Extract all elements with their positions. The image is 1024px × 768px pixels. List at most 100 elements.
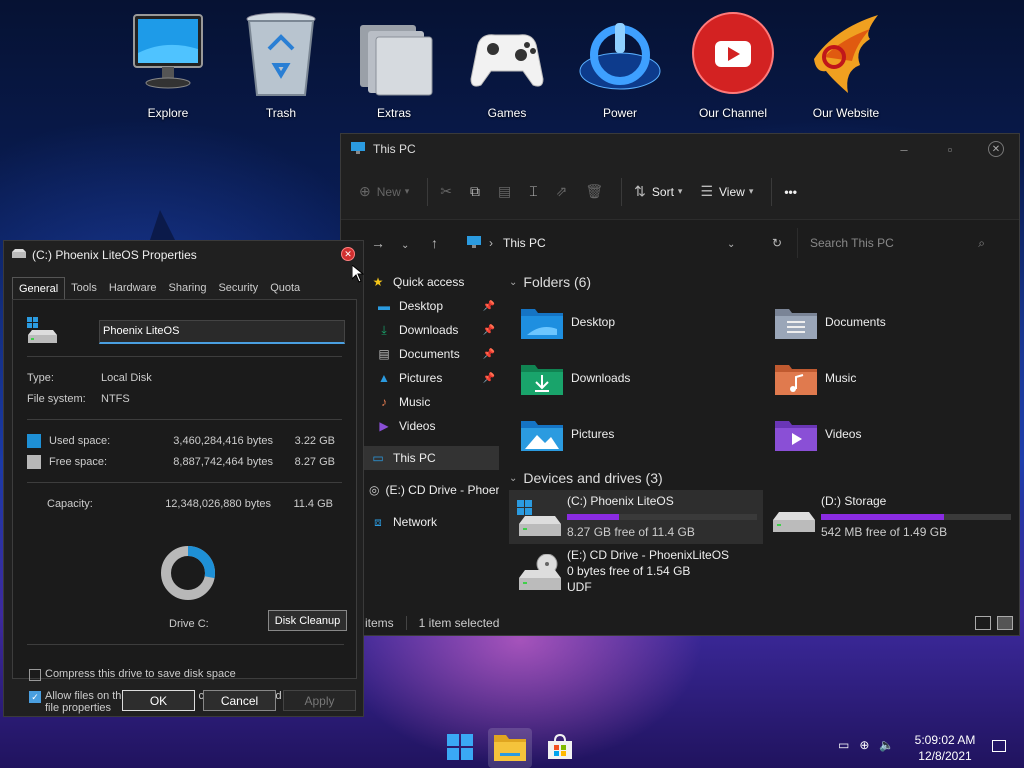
nav-label: Videos (399, 419, 436, 433)
compress-checkbox[interactable] (29, 669, 41, 681)
nav-downloads[interactable]: ⤓ Downloads 📌 (363, 318, 499, 342)
drive-properties-dialog[interactable]: (C:) Phoenix LiteOS Properties ✕ General… (3, 240, 364, 717)
volume-icon[interactable]: 🔈 (879, 738, 894, 752)
tab-quota[interactable]: Quota (264, 277, 306, 299)
cancel-button[interactable]: Cancel (203, 690, 276, 711)
index-checkbox[interactable]: ✓ (29, 691, 41, 703)
large-icons-view-button[interactable] (997, 616, 1013, 630)
clock[interactable]: 5:09:02 AM 12/8/2021 (910, 732, 980, 764)
windows-drive-icon (517, 500, 561, 540)
drive-e[interactable]: (E:) CD Drive - PhoenixLiteOS 0 bytes fr… (509, 544, 763, 604)
minimize-button[interactable]: ‒ (881, 134, 927, 164)
desktop-icon-extras[interactable]: Extras (346, 6, 442, 120)
breadcrumb-this-pc[interactable]: This PC (503, 236, 546, 250)
desktop-icon-games[interactable]: Games (459, 6, 555, 120)
nav-desktop[interactable]: ▬ Desktop 📌 (363, 294, 499, 318)
ok-button[interactable]: OK (122, 690, 195, 711)
nav-cd-drive[interactable]: ◎ (E:) CD Drive - Phoer (363, 478, 499, 502)
folder-downloads[interactable]: Downloads (509, 350, 763, 406)
type-value: Local Disk (101, 371, 152, 384)
folder-pictures[interactable]: Pictures (509, 406, 763, 462)
drive-free-space: 0 bytes free of 1.54 GB (567, 564, 691, 578)
search-box[interactable]: Search This PC ⌕ (797, 228, 993, 258)
tab-hardware[interactable]: Hardware (103, 277, 163, 299)
downloads-folder-icon (521, 361, 563, 395)
sort-button[interactable]: ⇅ Sort ▾ (634, 183, 682, 200)
close-button[interactable]: ✕ (973, 134, 1019, 164)
forward-button[interactable]: → (371, 235, 401, 251)
desktop-icon-explore[interactable]: Explore (120, 6, 216, 120)
desktop-icon-label: Our Website (812, 106, 880, 120)
search-icon: ⌕ (978, 235, 985, 250)
content-pane: ⌄ Folders (6) Desktop Documents Download… (509, 270, 1019, 604)
nav-this-pc[interactable]: ▭ This PC (363, 446, 499, 470)
folder-label: Documents (825, 315, 886, 329)
desktop-icon-our-channel[interactable]: Our Channel (685, 6, 781, 120)
battery-charging-icon[interactable]: ▭ (838, 738, 849, 752)
tab-tools[interactable]: Tools (65, 277, 103, 299)
view-button[interactable]: ☰ View ▾ (700, 183, 753, 200)
drive-usage-fill (567, 514, 620, 520)
paste-button[interactable]: ▤ (498, 183, 511, 200)
nav-quick-access[interactable]: ★ Quick access (363, 270, 499, 294)
rename-button[interactable]: ⌶ (529, 183, 537, 200)
desktop-icon-trash[interactable]: Trash (233, 6, 329, 120)
folders-section-header[interactable]: ⌄ Folders (6) (509, 270, 1019, 294)
windows-start-icon (447, 733, 473, 763)
tab-general[interactable]: General (12, 277, 66, 299)
more-options-button[interactable]: ••• (784, 185, 797, 199)
refresh-button[interactable]: ↻ (757, 236, 797, 250)
desktop-icon-our-website[interactable]: Our Website (798, 6, 894, 120)
up-button[interactable]: ↑ (431, 235, 461, 251)
maximize-button[interactable]: ▫ (927, 134, 973, 164)
used-space-gb: 3.22 GB (294, 434, 335, 447)
drive-label-input[interactable]: Phoenix LiteOS (99, 320, 345, 344)
nav-music[interactable]: ♪ Music (363, 390, 499, 414)
notification-icon[interactable] (992, 740, 1006, 752)
nav-network[interactable]: ⧈ Network (363, 510, 499, 534)
recent-locations-button[interactable]: ⌄ (401, 235, 431, 251)
globe-icon[interactable]: ⊕ (859, 738, 869, 752)
file-explorer-window[interactable]: This PC ‒ ▫ ✕ ⊕ New ▾ ✂ ⧉ ▤ ⌶ ⇗ 🗑 ⇅ Sort… (340, 133, 1020, 636)
address-bar[interactable]: › This PC (467, 235, 727, 251)
desktop-icon-power[interactable]: Power (572, 6, 668, 120)
disk-usage-donut (159, 544, 217, 602)
new-button[interactable]: ⊕ New ▾ (359, 183, 409, 200)
document-icon: ▤ (378, 347, 390, 361)
address-dropdown-button[interactable]: ⌄ (727, 236, 757, 250)
taskbar-file-explorer[interactable] (488, 728, 532, 768)
nav-videos[interactable]: ▶ Videos (363, 414, 499, 438)
folder-label: Pictures (571, 427, 615, 441)
details-view-button[interactable] (975, 616, 991, 630)
tab-security[interactable]: Security (212, 277, 264, 299)
share-button[interactable]: ⇗ (556, 183, 568, 200)
folder-videos[interactable]: Videos (763, 406, 1017, 462)
nav-label: Desktop (399, 299, 444, 313)
compress-checkbox-row[interactable]: Compress this drive to save disk space (29, 668, 349, 681)
folder-music[interactable]: Music (763, 350, 1017, 406)
apply-button[interactable]: Apply (283, 690, 356, 711)
nav-documents[interactable]: ▤ Documents 📌 (363, 342, 499, 366)
search-input[interactable]: Search This PC (810, 236, 894, 250)
drive-d[interactable]: (D:) Storage 542 MB free of 1.49 GB (763, 490, 1017, 544)
nav-label: Pictures (399, 371, 443, 385)
folder-stack-icon (352, 6, 436, 102)
folder-desktop[interactable]: Desktop (509, 294, 763, 350)
delete-button[interactable]: 🗑 (585, 183, 603, 200)
drive-c[interactable]: (C:) Phoenix LiteOS 8.27 GB free of 11.4… (509, 490, 763, 544)
start-button[interactable] (438, 728, 482, 768)
copy-button[interactable]: ⧉ (470, 183, 480, 200)
drive-name: (E:) CD Drive - PhoenixLiteOS (567, 548, 730, 562)
dialog-title-bar[interactable]: (C:) Phoenix LiteOS Properties (4, 241, 363, 269)
cut-button[interactable]: ✂ (440, 183, 452, 200)
folder-documents[interactable]: Documents (763, 294, 1017, 350)
dialog-close-button[interactable]: ✕ (341, 247, 355, 261)
nav-pictures[interactable]: ▲ Pictures 📌 (363, 366, 499, 390)
gamepad-icon (465, 6, 549, 102)
disk-cleanup-button[interactable]: Disk Cleanup (268, 610, 347, 631)
tab-sharing[interactable]: Sharing (163, 277, 213, 299)
taskbar-store[interactable] (538, 728, 582, 768)
drives-section-header[interactable]: ⌄ Devices and drives (3) (509, 466, 1019, 490)
plus-circle-icon: ⊕ (359, 183, 371, 199)
file-system-label: File system: (27, 392, 86, 405)
